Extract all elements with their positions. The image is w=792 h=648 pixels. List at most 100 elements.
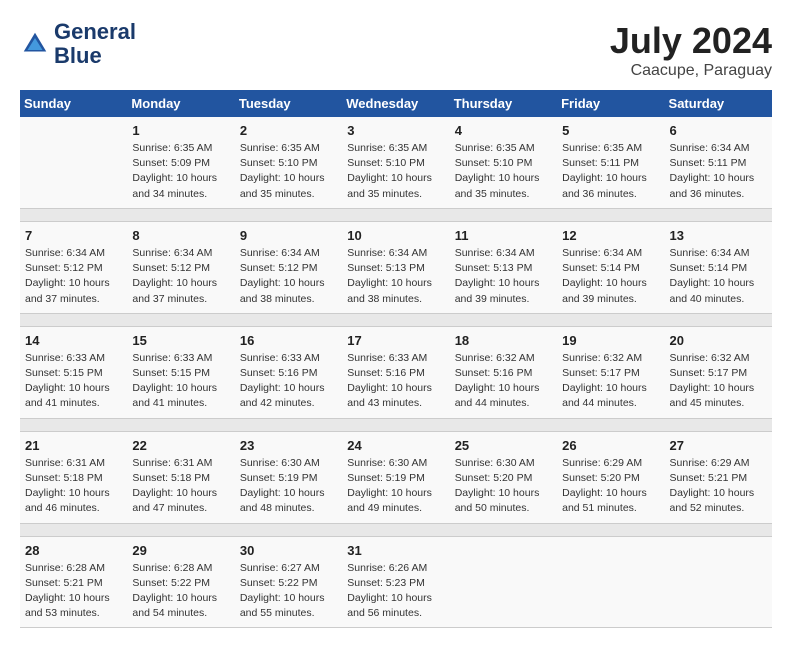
- day-info: Sunrise: 6:35 AMSunset: 5:10 PMDaylight:…: [347, 141, 444, 202]
- day-number: 19: [562, 333, 659, 348]
- day-info: Sunrise: 6:30 AMSunset: 5:19 PMDaylight:…: [240, 456, 337, 517]
- day-number: 30: [240, 543, 337, 558]
- calendar-cell: 18 Sunrise: 6:32 AMSunset: 5:16 PMDayligh…: [450, 326, 557, 418]
- logo-line1: General: [54, 20, 136, 44]
- calendar-cell: 31 Sunrise: 6:26 AMSunset: 5:23 PMDayligh…: [342, 536, 449, 628]
- day-info: Sunrise: 6:31 AMSunset: 5:18 PMDaylight:…: [132, 456, 229, 517]
- day-info: Sunrise: 6:32 AMSunset: 5:17 PMDaylight:…: [670, 351, 767, 412]
- day-number: 16: [240, 333, 337, 348]
- calendar-cell: 9Sunrise: 6:34 AMSunset: 5:12 PMDaylight…: [235, 221, 342, 313]
- calendar-cell: 17 Sunrise: 6:33 AMSunset: 5:16 PMDayligh…: [342, 326, 449, 418]
- calendar-cell: [450, 536, 557, 628]
- separator-cell: [20, 418, 772, 431]
- calendar-week-row: 14 Sunrise: 6:33 AMSunset: 5:15 PMDayligh…: [20, 326, 772, 418]
- calendar-cell: [557, 536, 664, 628]
- day-number: 28: [25, 543, 122, 558]
- day-info: Sunrise: 6:30 AMSunset: 5:19 PMDaylight:…: [347, 456, 444, 517]
- calendar-week-row: 28 Sunrise: 6:28 AMSunset: 5:21 PMDayligh…: [20, 536, 772, 628]
- day-number: 26: [562, 438, 659, 453]
- calendar-cell: 30Sunrise: 6:27 AMSunset: 5:22 PMDayligh…: [235, 536, 342, 628]
- calendar-cell: 4 Sunrise: 6:35 AMSunset: 5:10 PMDaylight…: [450, 117, 557, 208]
- day-info: Sunrise: 6:29 AMSunset: 5:21 PMDaylight:…: [670, 456, 767, 517]
- weekday-header-row: SundayMondayTuesdayWednesdayThursdayFrid…: [20, 90, 772, 117]
- day-number: 20: [670, 333, 767, 348]
- day-info: Sunrise: 6:33 AMSunset: 5:15 PMDaylight:…: [25, 351, 122, 412]
- day-number: 17: [347, 333, 444, 348]
- day-info: Sunrise: 6:34 AMSunset: 5:14 PMDaylight:…: [670, 246, 767, 307]
- logo-icon: [20, 29, 50, 59]
- day-number: 12: [562, 228, 659, 243]
- day-number: 27: [670, 438, 767, 453]
- day-info: Sunrise: 6:33 AMSunset: 5:16 PMDaylight:…: [347, 351, 444, 412]
- calendar-cell: 13 Sunrise: 6:34 AMSunset: 5:14 PMDayligh…: [665, 221, 772, 313]
- day-info: Sunrise: 6:28 AMSunset: 5:21 PMDaylight:…: [25, 561, 122, 622]
- calendar-cell: 16Sunrise: 6:33 AMSunset: 5:16 PMDayligh…: [235, 326, 342, 418]
- week-separator: [20, 208, 772, 221]
- calendar-cell: 15 Sunrise: 6:33 AMSunset: 5:15 PMDayligh…: [127, 326, 234, 418]
- location: Caacupe, Paraguay: [610, 62, 772, 80]
- day-info: Sunrise: 6:34 AMSunset: 5:13 PMDaylight:…: [455, 246, 552, 307]
- day-info: Sunrise: 6:34 AMSunset: 5:12 PMDaylight:…: [240, 246, 337, 307]
- day-info: Sunrise: 6:35 AMSunset: 5:10 PMDaylight:…: [455, 141, 552, 202]
- title-block: July 2024 Caacupe, Paraguay: [610, 20, 772, 80]
- day-number: 29: [132, 543, 229, 558]
- week-separator: [20, 418, 772, 431]
- logo: General Blue: [20, 20, 136, 68]
- day-info: Sunrise: 6:29 AMSunset: 5:20 PMDaylight:…: [562, 456, 659, 517]
- separator-cell: [20, 523, 772, 536]
- calendar-cell: 6Sunrise: 6:34 AMSunset: 5:11 PMDaylight…: [665, 117, 772, 208]
- day-number: 24: [347, 438, 444, 453]
- calendar-cell: 28 Sunrise: 6:28 AMSunset: 5:21 PMDayligh…: [20, 536, 127, 628]
- calendar-cell: 3Sunrise: 6:35 AMSunset: 5:10 PMDaylight…: [342, 117, 449, 208]
- day-number: 23: [240, 438, 337, 453]
- calendar-cell: 22 Sunrise: 6:31 AMSunset: 5:18 PMDayligh…: [127, 431, 234, 523]
- day-info: Sunrise: 6:30 AMSunset: 5:20 PMDaylight:…: [455, 456, 552, 517]
- weekday-header: Tuesday: [235, 90, 342, 117]
- month-title: July 2024: [610, 20, 772, 62]
- day-number: 13: [670, 228, 767, 243]
- calendar-cell: 11Sunrise: 6:34 AMSunset: 5:13 PMDayligh…: [450, 221, 557, 313]
- day-number: 22: [132, 438, 229, 453]
- day-info: Sunrise: 6:32 AMSunset: 5:17 PMDaylight:…: [562, 351, 659, 412]
- day-info: Sunrise: 6:34 AMSunset: 5:11 PMDaylight:…: [670, 141, 767, 202]
- logo-text: General Blue: [54, 20, 136, 68]
- day-number: 31: [347, 543, 444, 558]
- day-info: Sunrise: 6:26 AMSunset: 5:23 PMDaylight:…: [347, 561, 444, 622]
- day-number: 18: [455, 333, 552, 348]
- calendar-cell: 27 Sunrise: 6:29 AMSunset: 5:21 PMDayligh…: [665, 431, 772, 523]
- page-header: General Blue July 2024 Caacupe, Paraguay: [20, 20, 772, 80]
- day-number: 4: [455, 123, 552, 138]
- weekday-header: Monday: [127, 90, 234, 117]
- calendar-cell: 14 Sunrise: 6:33 AMSunset: 5:15 PMDayligh…: [20, 326, 127, 418]
- calendar-week-row: 1Sunrise: 6:35 AMSunset: 5:09 PMDaylight…: [20, 117, 772, 208]
- calendar-cell: 21Sunrise: 6:31 AMSunset: 5:18 PMDayligh…: [20, 431, 127, 523]
- day-info: Sunrise: 6:28 AMSunset: 5:22 PMDaylight:…: [132, 561, 229, 622]
- day-info: Sunrise: 6:32 AMSunset: 5:16 PMDaylight:…: [455, 351, 552, 412]
- day-number: 7: [25, 228, 122, 243]
- calendar-cell: 20 Sunrise: 6:32 AMSunset: 5:17 PMDayligh…: [665, 326, 772, 418]
- day-info: Sunrise: 6:33 AMSunset: 5:15 PMDaylight:…: [132, 351, 229, 412]
- calendar-cell: 23 Sunrise: 6:30 AMSunset: 5:19 PMDayligh…: [235, 431, 342, 523]
- day-number: 15: [132, 333, 229, 348]
- day-number: 8: [132, 228, 229, 243]
- calendar-cell: 5Sunrise: 6:35 AMSunset: 5:11 PMDaylight…: [557, 117, 664, 208]
- separator-cell: [20, 313, 772, 326]
- calendar-cell: 2Sunrise: 6:35 AMSunset: 5:10 PMDaylight…: [235, 117, 342, 208]
- day-info: Sunrise: 6:34 AMSunset: 5:14 PMDaylight:…: [562, 246, 659, 307]
- weekday-header: Wednesday: [342, 90, 449, 117]
- calendar-cell: [665, 536, 772, 628]
- weekday-header: Saturday: [665, 90, 772, 117]
- weekday-header: Thursday: [450, 90, 557, 117]
- calendar-cell: 24 Sunrise: 6:30 AMSunset: 5:19 PMDayligh…: [342, 431, 449, 523]
- weekday-header: Friday: [557, 90, 664, 117]
- calendar-cell: 25 Sunrise: 6:30 AMSunset: 5:20 PMDayligh…: [450, 431, 557, 523]
- calendar-cell: 19 Sunrise: 6:32 AMSunset: 5:17 PMDayligh…: [557, 326, 664, 418]
- day-number: 14: [25, 333, 122, 348]
- day-info: Sunrise: 6:31 AMSunset: 5:18 PMDaylight:…: [25, 456, 122, 517]
- calendar-cell: 7Sunrise: 6:34 AMSunset: 5:12 PMDaylight…: [20, 221, 127, 313]
- day-info: Sunrise: 6:35 AMSunset: 5:09 PMDaylight:…: [132, 141, 229, 202]
- calendar-cell: 12 Sunrise: 6:34 AMSunset: 5:14 PMDayligh…: [557, 221, 664, 313]
- week-separator: [20, 523, 772, 536]
- day-number: 25: [455, 438, 552, 453]
- day-number: 5: [562, 123, 659, 138]
